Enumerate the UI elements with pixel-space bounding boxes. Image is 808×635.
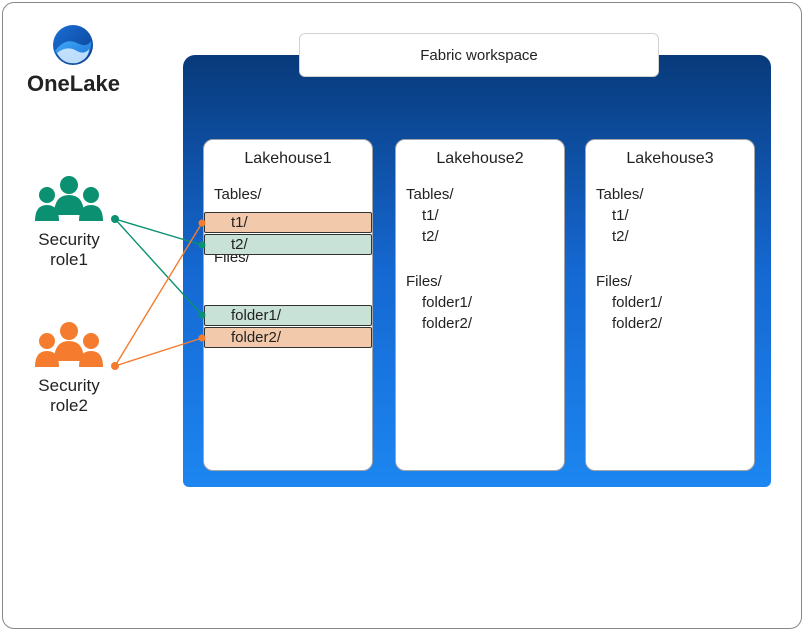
lakehouse3-t2: t2/ [586,226,754,247]
lakehouse3-files-label: Files/ [586,273,754,290]
lakehouse1-folder2: folder2/ [204,327,372,348]
diagram-frame: OneLake Security role1 Security role2 Fa… [2,2,802,629]
lakehouse2-folder2: folder2/ [396,313,564,334]
lakehouse3-t1: t1/ [586,205,754,226]
lakehouse1-tables-label: Tables/ [204,186,372,203]
lakehouse3-card: Lakehouse3 Tables/ t1/ t2/ Files/ folder… [585,139,755,471]
role2-label-line2: role2 [25,396,113,416]
lakehouse3-folder2: folder2/ [586,313,754,334]
lakehouse1-folder1: folder1/ [204,305,372,326]
lakehouse1-title: Lakehouse1 [204,150,372,168]
lakehouse1-table-t2: t2/ [204,234,372,255]
security-role-1: Security role1 [25,171,113,271]
lakehouse2-files-label: Files/ [396,273,564,290]
lakehouse2-title: Lakehouse2 [396,150,564,168]
lakehouse3-title: Lakehouse3 [586,150,754,168]
onelake-label: OneLake [27,71,120,97]
lakehouse3-tables-label: Tables/ [586,186,754,203]
lakehouse1-table-t1: t1/ [204,212,372,233]
fabric-workspace-title: Fabric workspace [299,33,659,77]
users-icon [25,317,113,371]
lakehouse3-folder1: folder1/ [586,292,754,313]
lakehouse2-t1: t1/ [396,205,564,226]
role1-label-line1: Security [25,230,113,250]
users-icon [25,171,113,225]
lakehouse2-tables-label: Tables/ [396,186,564,203]
security-role-2: Security role2 [25,317,113,417]
lakehouse2-t2: t2/ [396,226,564,247]
role2-label-line1: Security [25,376,113,396]
onelake-logo-area: OneLake [27,23,120,97]
onelake-icon [49,23,97,67]
lakehouse2-card: Lakehouse2 Tables/ t1/ t2/ Files/ folder… [395,139,565,471]
lakehouse2-folder1: folder1/ [396,292,564,313]
role1-label-line2: role1 [25,250,113,270]
